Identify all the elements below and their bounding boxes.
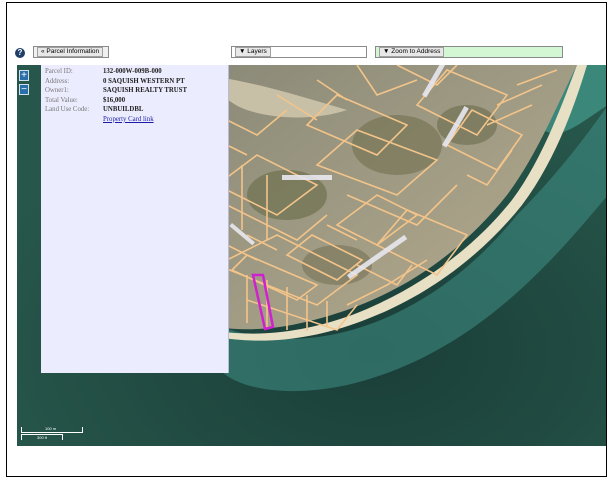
total-value-row: Total Value: $16,000 xyxy=(45,96,224,106)
toolbar: ? « Parcel Information ▼ Layers ▼ Zoom t… xyxy=(7,43,606,63)
address-row: Address: 0 SAQUISH WESTERN PT xyxy=(45,77,224,87)
parcel-information-label: « Parcel Information xyxy=(37,47,104,57)
zoom-to-address-label: ▼ Zoom to Address xyxy=(379,47,445,57)
row-value: SAQUISH REALTY TRUST xyxy=(103,87,187,95)
parcel-id-row: Parcel ID: 132-000W-009B-000 xyxy=(45,67,224,77)
zoom-in-button[interactable]: + xyxy=(19,70,29,81)
row-value: 0 SAQUISH WESTERN PT xyxy=(103,77,185,85)
layers-dropdown[interactable]: ▼ Layers xyxy=(231,46,367,58)
map-view[interactable]: + − Parcel ID: 132-000W-009B-000 Address… xyxy=(17,65,606,446)
zoom-to-address-field[interactable]: ▼ Zoom to Address xyxy=(375,46,563,58)
parcel-info-panel: Parcel ID: 132-000W-009B-000 Address: 0 … xyxy=(41,65,229,373)
property-card-row: Property Card link xyxy=(45,115,224,125)
zoom-control: + − xyxy=(19,70,29,98)
row-key: Land Use Code: xyxy=(45,106,90,114)
row-key: Parcel ID: xyxy=(45,68,73,76)
scale-top-label: 100 m xyxy=(45,426,57,431)
owner-row: Owner1: SAQUISH REALTY TRUST xyxy=(45,86,224,96)
parcel-information-button[interactable]: « Parcel Information xyxy=(33,46,109,58)
layers-label: ▼ Layers xyxy=(235,47,271,57)
map-frame: ? « Parcel Information ▼ Layers ▼ Zoom t… xyxy=(6,2,607,477)
zoom-out-button[interactable]: − xyxy=(19,84,29,95)
row-value: $16,000 xyxy=(103,96,126,104)
row-value: UNBUILDBL xyxy=(103,106,144,114)
row-key: Address: xyxy=(45,77,70,85)
scale-bottom-label: 300 ft xyxy=(37,435,48,440)
question-circle-icon[interactable]: ? xyxy=(15,48,25,58)
row-key: Owner1: xyxy=(45,87,69,95)
scale-bar: 100 m 300 ft xyxy=(21,426,85,441)
row-value: 132-000W-009B-000 xyxy=(103,68,162,76)
row-key: Total Value: xyxy=(45,96,78,104)
land-use-row: Land Use Code: UNBUILDBL xyxy=(45,105,224,115)
property-card-link[interactable]: Property Card link xyxy=(103,116,154,123)
